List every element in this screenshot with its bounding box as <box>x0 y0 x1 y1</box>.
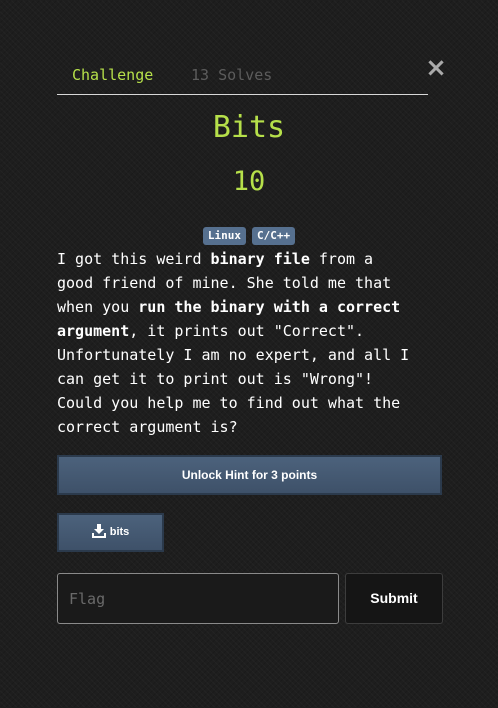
close-icon[interactable]: × <box>425 55 447 81</box>
challenge-tags: Linux C/C++ <box>0 227 498 245</box>
challenge-description: I got this weird binary file from a good… <box>57 247 447 439</box>
flag-input[interactable] <box>57 573 339 624</box>
unlock-hint-button[interactable]: Unlock Hint for 3 points <box>57 455 442 495</box>
challenge-title: Bits <box>212 110 286 145</box>
tag-c-cpp: C/C++ <box>252 227 296 245</box>
modal-tabs: Challenge 13 Solves <box>57 60 428 95</box>
download-icon <box>91 523 106 538</box>
challenge-modal: Challenge 13 Solves × Bits 10 Linux C/C+… <box>0 0 498 708</box>
file-name: bits <box>109 526 130 538</box>
tab-solves[interactable]: 13 Solves <box>191 66 272 84</box>
description-bold-text: binary file <box>210 250 310 268</box>
tab-challenge[interactable]: Challenge <box>72 66 153 84</box>
download-file-button[interactable]: bits <box>57 513 164 552</box>
tag-linux: Linux <box>202 227 246 245</box>
description-text: I got this weird <box>57 250 211 268</box>
challenge-points: 10 <box>232 166 266 197</box>
submit-button[interactable]: Submit <box>345 573 443 624</box>
